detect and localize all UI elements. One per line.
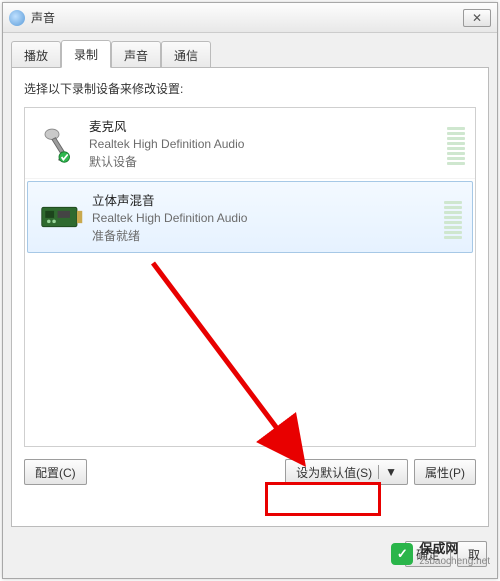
set-default-button[interactable]: 设为默认值(S) ▼ — [285, 459, 408, 485]
configure-button[interactable]: 配置(C) — [24, 459, 87, 485]
speaker-icon — [9, 10, 25, 26]
device-list[interactable]: 麦克风 Realtek High Definition Audio 默认设备 — [24, 107, 476, 447]
sound-card-icon — [38, 195, 86, 239]
button-label: 配置(C) — [35, 464, 76, 481]
panel-button-row: 配置(C) 设为默认值(S) ▼ 属性(P) — [24, 459, 476, 485]
sound-settings-window: 声音 ✕ 播放 录制 声音 通信 选择以下录制设备来修改设置: — [2, 2, 498, 579]
tab-strip: 播放 录制 声音 通信 — [3, 33, 497, 67]
watermark: ✓ 保成网 zsbaocheng.net — [391, 542, 490, 567]
button-label: 属性(P) — [425, 464, 465, 481]
tab-communications[interactable]: 通信 — [161, 41, 211, 68]
level-meter — [447, 121, 465, 165]
close-button[interactable]: ✕ — [463, 9, 491, 27]
annotation-highlight-box — [265, 482, 381, 516]
watermark-url: zsbaocheng.net — [419, 556, 490, 567]
microphone-icon — [35, 121, 83, 165]
button-label: 设为默认值(S) — [296, 464, 372, 481]
shield-icon: ✓ — [391, 543, 413, 565]
device-description: Realtek High Definition Audio — [92, 211, 444, 225]
instruction-text: 选择以下录制设备来修改设置: — [24, 80, 476, 97]
properties-button[interactable]: 属性(P) — [414, 459, 476, 485]
device-status: 默认设备 — [89, 153, 447, 170]
device-name: 麦克风 — [89, 116, 447, 135]
tab-sounds[interactable]: 声音 — [111, 41, 161, 68]
device-text: 麦克风 Realtek High Definition Audio 默认设备 — [83, 116, 447, 170]
device-item-microphone[interactable]: 麦克风 Realtek High Definition Audio 默认设备 — [25, 108, 475, 179]
level-meter — [444, 195, 462, 239]
tab-panel: 选择以下录制设备来修改设置: 麦克风 Realtek High Definiti… — [11, 67, 489, 527]
tab-playback[interactable]: 播放 — [11, 41, 61, 68]
tab-recording[interactable]: 录制 — [61, 40, 111, 68]
device-status: 准备就绪 — [92, 227, 444, 244]
close-icon: ✕ — [472, 11, 482, 25]
watermark-text: 保成网 zsbaocheng.net — [419, 542, 490, 567]
device-item-stereo-mix[interactable]: 立体声混音 Realtek High Definition Audio 准备就绪 — [27, 181, 473, 253]
device-description: Realtek High Definition Audio — [89, 137, 447, 151]
watermark-brand: 保成网 — [419, 542, 490, 556]
window-title: 声音 — [31, 9, 463, 26]
chevron-down-icon[interactable]: ▼ — [378, 465, 403, 479]
device-name: 立体声混音 — [92, 190, 444, 209]
titlebar: 声音 ✕ — [3, 3, 497, 33]
device-text: 立体声混音 Realtek High Definition Audio 准备就绪 — [86, 190, 444, 244]
